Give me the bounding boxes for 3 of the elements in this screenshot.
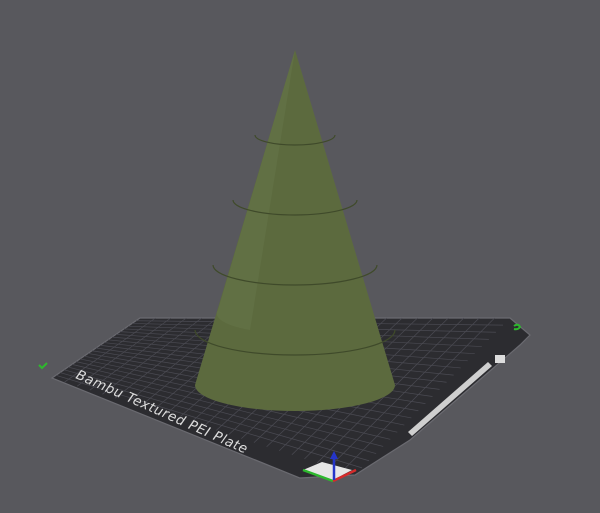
corner-marker-icon [38,362,48,370]
corner-marker-icon [513,324,521,330]
axes-icon [302,451,357,482]
